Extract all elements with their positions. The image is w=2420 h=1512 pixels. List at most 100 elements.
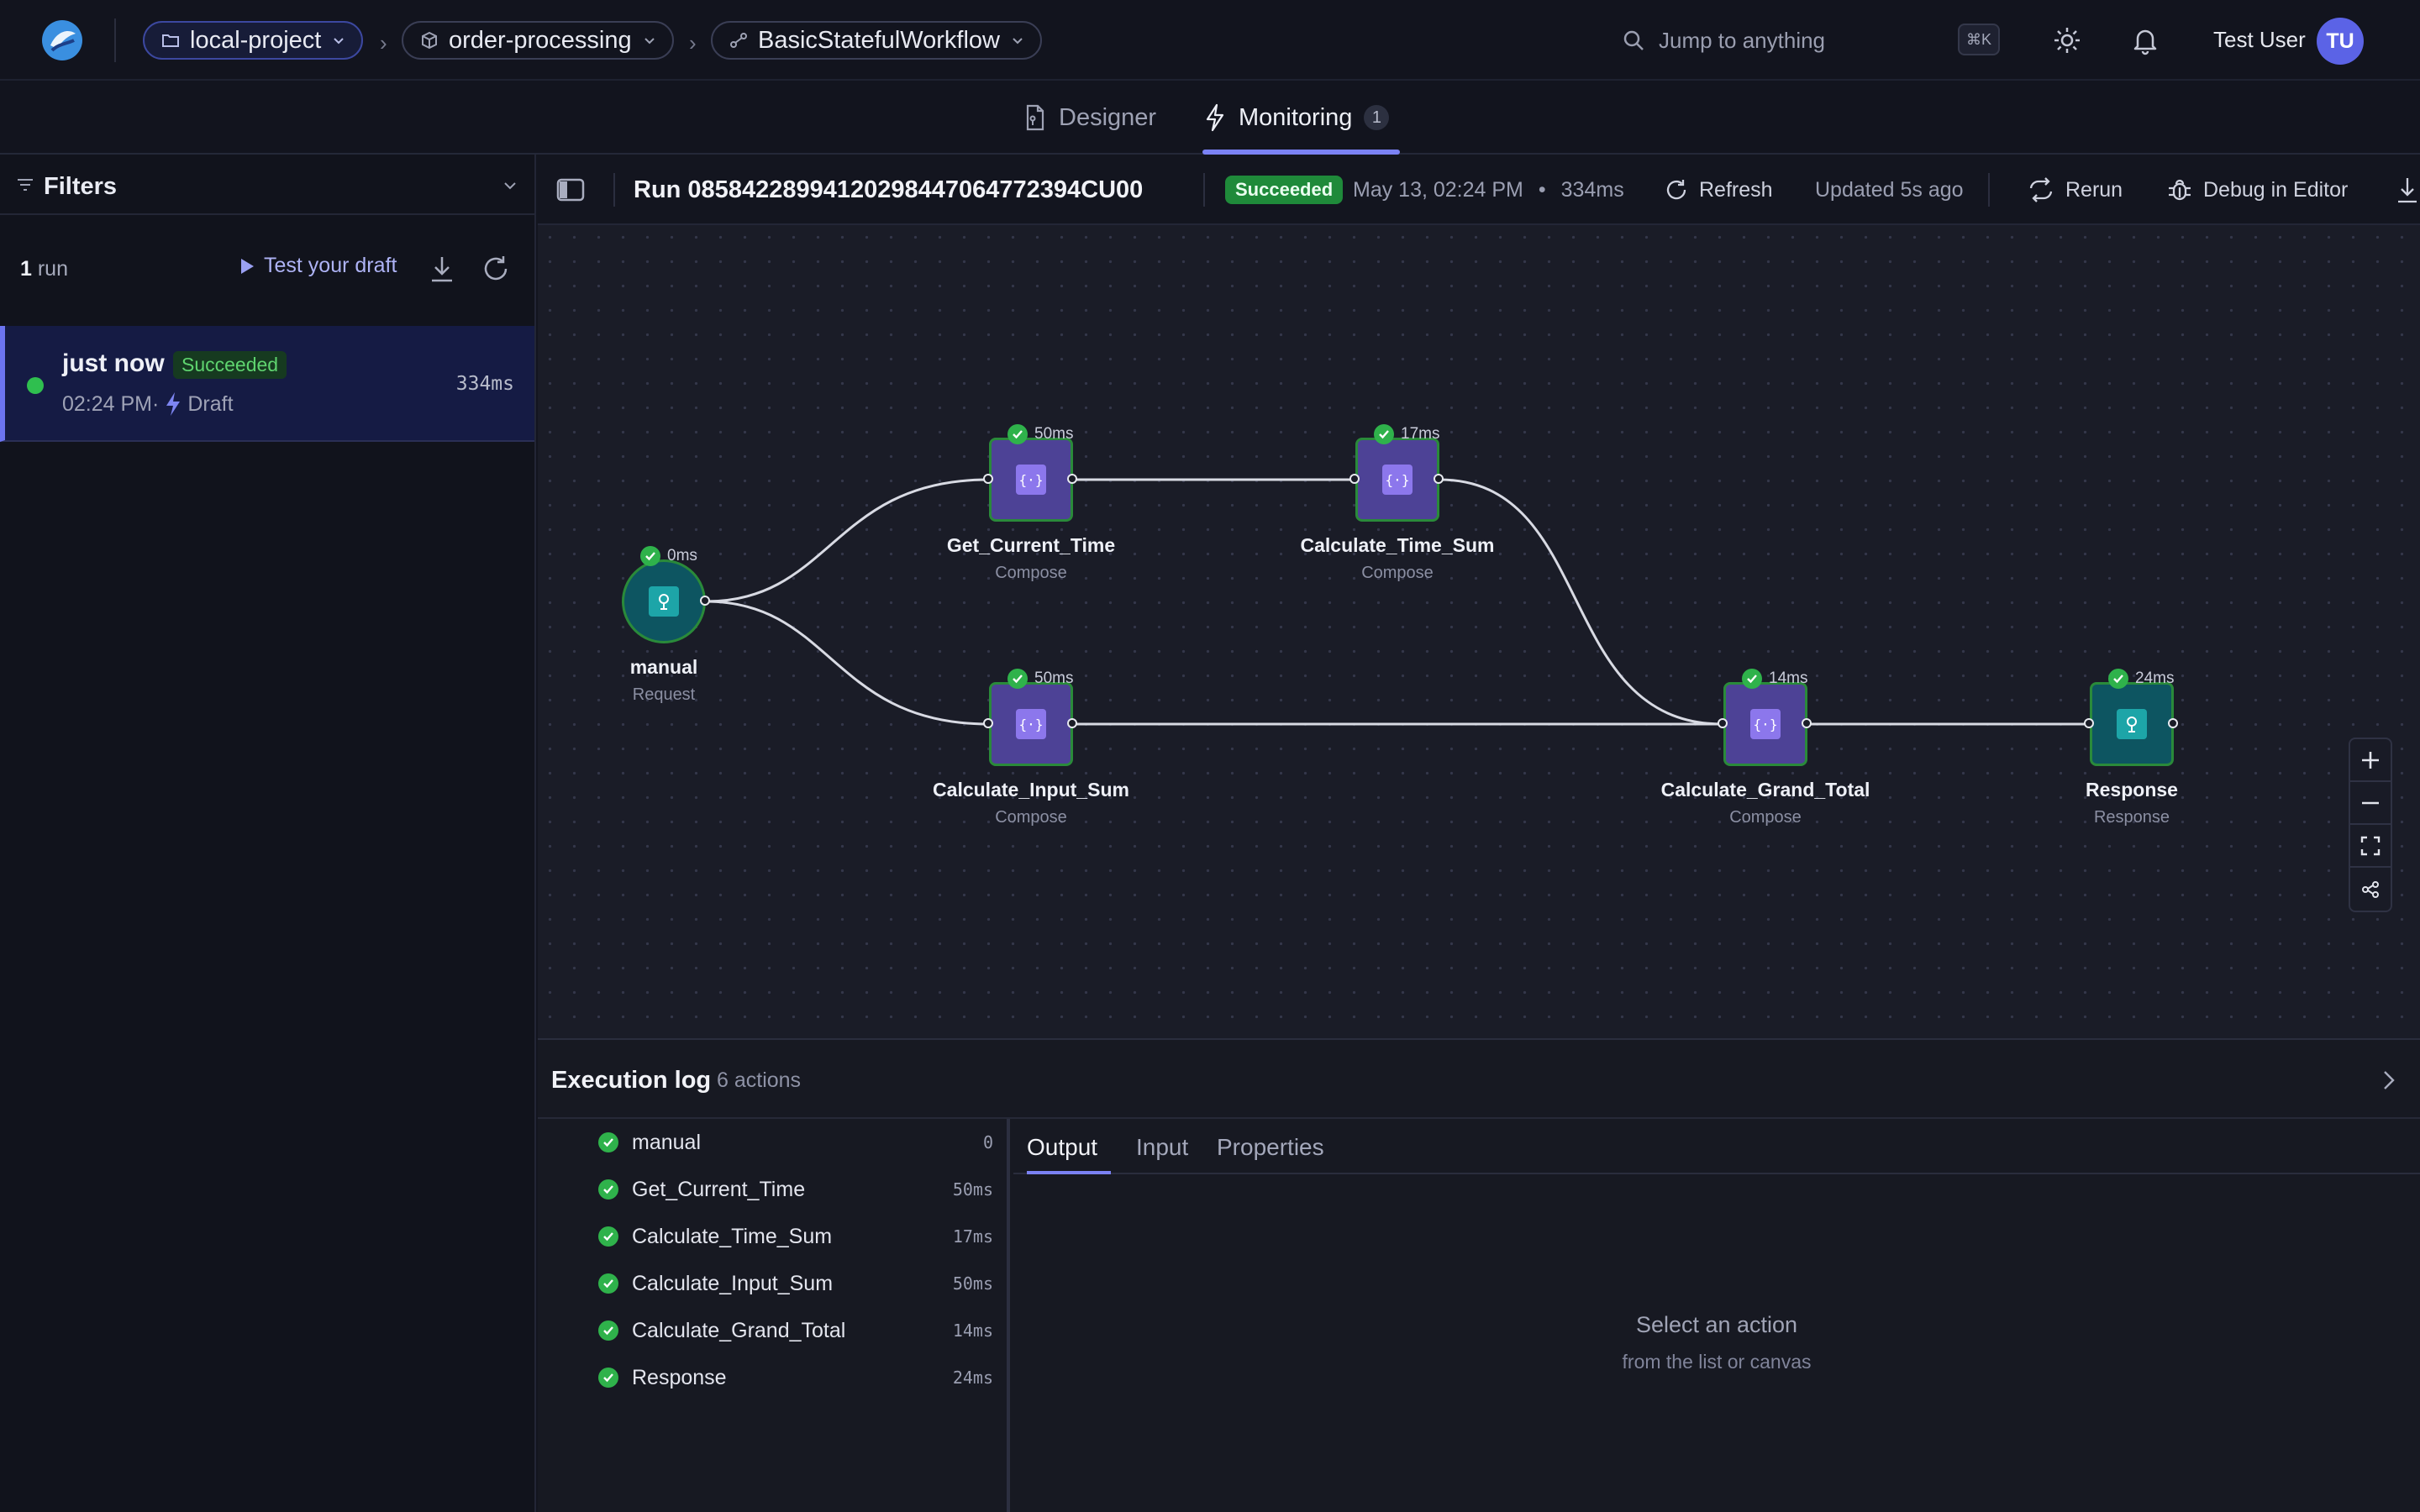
node-calculate-grand-total[interactable]: {·} 14ms Calculate_Grand_Total Compose bbox=[1661, 669, 1870, 827]
output-port[interactable] bbox=[1067, 718, 1077, 728]
zoom-in-button[interactable] bbox=[2350, 739, 2391, 782]
breadcrumb-app[interactable]: order-processing bbox=[402, 21, 674, 60]
compose-icon: {·} bbox=[1382, 465, 1413, 495]
view-tabs: Designer Monitoring 1 bbox=[0, 81, 2420, 155]
node-body bbox=[2090, 682, 2174, 766]
node-timing-label: 24ms bbox=[2135, 669, 2175, 687]
global-search[interactable]: Jump to anything bbox=[1622, 20, 2008, 60]
action-name: manual bbox=[632, 1130, 701, 1154]
rerun-button[interactable]: Rerun bbox=[2027, 155, 2123, 225]
meta-dot: • bbox=[1538, 177, 1546, 202]
run-duration: 334ms bbox=[455, 373, 514, 395]
action-item-manual[interactable]: manual 0 bbox=[598, 1126, 993, 1159]
test-draft-button[interactable]: Test your draft bbox=[239, 254, 397, 278]
action-item-calculate-grand-total[interactable]: Calculate_Grand_Total 14ms bbox=[598, 1314, 993, 1347]
output-port[interactable] bbox=[1067, 474, 1077, 484]
graph-layout-icon bbox=[2362, 880, 2379, 898]
divider bbox=[114, 18, 116, 62]
chevron-down-icon bbox=[334, 38, 345, 45]
run-date: May 13, 02:24 PM bbox=[1353, 177, 1523, 202]
refresh-label: Refresh bbox=[1699, 177, 1773, 202]
output-port[interactable] bbox=[1802, 718, 1812, 728]
divider bbox=[1988, 173, 1990, 207]
zoom-out-button[interactable] bbox=[2350, 782, 2391, 825]
action-name: Response bbox=[632, 1365, 727, 1389]
notifications-bell-icon[interactable] bbox=[2130, 25, 2160, 55]
success-check-icon bbox=[2108, 669, 2128, 689]
request-icon bbox=[649, 586, 679, 617]
node-type: Compose bbox=[1729, 808, 1802, 827]
theme-toggle-sun-icon[interactable] bbox=[2052, 25, 2082, 55]
input-port[interactable] bbox=[1718, 718, 1728, 728]
node-get-current-time[interactable]: {·} 50ms Get_Current_Time Compose bbox=[947, 424, 1115, 582]
tab-properties[interactable]: Properties bbox=[1217, 1134, 1324, 1161]
fit-view-button[interactable] bbox=[2350, 825, 2391, 868]
rerun-icon bbox=[2029, 177, 2053, 202]
tab-designer[interactable]: Designer bbox=[1023, 81, 1156, 155]
run-title: just now bbox=[62, 349, 165, 377]
chevron-right-icon[interactable] bbox=[2378, 1068, 2398, 1092]
filter-icon bbox=[18, 179, 33, 191]
node-manual[interactable]: 0ms manual Request bbox=[622, 546, 710, 704]
action-duration: 0 bbox=[982, 1132, 993, 1152]
download-icon[interactable] bbox=[427, 254, 457, 284]
input-port[interactable] bbox=[983, 474, 993, 484]
node-timing-label: 50ms bbox=[1034, 425, 1074, 443]
breadcrumb-project[interactable]: local-project bbox=[143, 21, 364, 60]
run-version: Draft bbox=[187, 391, 234, 416]
response-icon bbox=[2117, 709, 2147, 739]
run-list-item[interactable]: just now Succeeded 02:24 PM· Draft 334ms bbox=[0, 326, 534, 442]
avatar[interactable]: TU bbox=[2317, 18, 2364, 65]
workflow-edges bbox=[705, 478, 2089, 726]
download-run-button[interactable] bbox=[2395, 155, 2420, 225]
input-port[interactable] bbox=[2084, 718, 2094, 728]
success-check-icon bbox=[598, 1132, 618, 1152]
output-port[interactable] bbox=[1434, 474, 1444, 484]
action-item-response[interactable]: Response 24ms bbox=[598, 1361, 993, 1394]
filters-header[interactable]: Filters bbox=[0, 155, 534, 215]
node-timing: 0ms bbox=[640, 546, 697, 566]
execution-log-count: 6 actions bbox=[717, 1068, 802, 1092]
action-name: Get_Current_Time bbox=[632, 1177, 806, 1201]
output-port[interactable] bbox=[2168, 718, 2178, 728]
node-calculate-time-sum[interactable]: {·} 17ms Calculate_Time_Sum Compose bbox=[1301, 424, 1494, 582]
tab-input[interactable]: Input bbox=[1136, 1134, 1188, 1161]
input-port[interactable] bbox=[983, 718, 993, 728]
action-item-calculate-time-sum[interactable]: Calculate_Time_Sum 17ms bbox=[598, 1220, 993, 1253]
node-name: Response bbox=[2086, 779, 2178, 801]
node-calculate-input-sum[interactable]: {·} 50ms Calculate_Input_Sum Compose bbox=[933, 669, 1129, 827]
node-body: {·} bbox=[989, 438, 1073, 522]
debug-in-editor-button[interactable]: Debug in Editor bbox=[2166, 155, 2348, 225]
success-check-icon bbox=[598, 1368, 618, 1388]
workflow-canvas[interactable]: 0ms manual Request {·} 50ms Get_Current_… bbox=[538, 225, 2420, 1040]
toggle-sidebar-button[interactable] bbox=[556, 155, 585, 225]
lightning-icon bbox=[166, 392, 181, 416]
input-port[interactable] bbox=[1349, 474, 1360, 484]
breadcrumb-workflow[interactable]: BasicStatefulWorkflow bbox=[711, 21, 1042, 60]
action-duration: 24ms bbox=[952, 1368, 993, 1388]
action-item-calculate-input-sum[interactable]: Calculate_Input_Sum 50ms bbox=[598, 1267, 993, 1300]
action-name: Calculate_Grand_Total bbox=[632, 1318, 846, 1342]
node-body: {·} bbox=[989, 682, 1073, 766]
auto-layout-button[interactable] bbox=[2350, 868, 2391, 911]
keyboard-shortcut-hint: ⌘K bbox=[1958, 24, 2000, 55]
breadcrumb-separator: › bbox=[380, 30, 387, 55]
action-item-get-current-time[interactable]: Get_Current_Time 50ms bbox=[598, 1173, 993, 1206]
refresh-icon[interactable] bbox=[481, 254, 511, 284]
node-timing: 50ms bbox=[1007, 669, 1073, 689]
refresh-button[interactable]: Refresh bbox=[1664, 155, 1773, 225]
user-name[interactable]: Test User bbox=[2213, 27, 2306, 53]
bug-icon bbox=[2169, 179, 2191, 201]
tab-monitoring[interactable]: Monitoring 1 bbox=[1203, 81, 1390, 155]
app-logo-icon[interactable] bbox=[40, 18, 84, 62]
execution-log-header[interactable]: Execution log 6 actions bbox=[538, 1040, 2420, 1119]
breadcrumb-app-label: order-processing bbox=[449, 26, 632, 54]
action-list: manual 0 Get_Current_Time 50ms Calculate… bbox=[538, 1119, 1010, 1512]
output-port[interactable] bbox=[700, 596, 710, 606]
action-duration: 17ms bbox=[952, 1226, 993, 1247]
tab-output[interactable]: Output bbox=[1027, 1134, 1097, 1161]
chevron-down-icon[interactable] bbox=[501, 176, 519, 195]
document-icon bbox=[1026, 104, 1044, 131]
node-response[interactable]: 24ms Response Response bbox=[2084, 669, 2178, 827]
cube-icon bbox=[422, 31, 437, 50]
